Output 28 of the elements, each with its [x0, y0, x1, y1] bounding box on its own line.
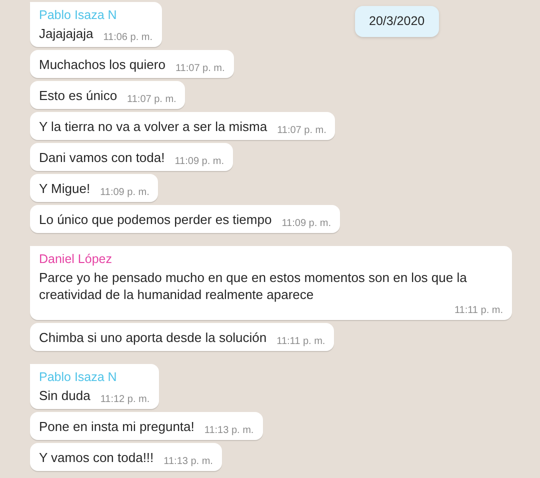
message-text: Y la tierra no va a volver a ser la misma: [39, 118, 268, 135]
message-time: 11:06 p. m.: [102, 32, 152, 44]
message-text: Parce yo he pensado mucho en que en estos momentos son en los que la creatividad de la humanidad realmente aparece: [39, 269, 468, 303]
message-time: 11:09 p. m.: [280, 218, 332, 230]
message-text: Jajajajaja: [39, 25, 94, 42]
message-text: Pone en insta mi pregunta!: [39, 418, 194, 435]
message-time: 11:12 p. m.: [99, 394, 150, 406]
sender-name: Daniel López: [39, 252, 113, 267]
message-text: Muchachos los quiero: [39, 56, 166, 73]
message-time: 11:07 p. m.: [174, 63, 225, 75]
message-text: Lo único que podemos perder es tiempo: [39, 211, 272, 228]
message-time: 11:09 p. m.: [99, 187, 150, 199]
date-badge: 20/3/2020: [355, 6, 439, 37]
message-time: 11:13 p. m.: [203, 425, 254, 437]
message-text: Dani vamos con toda!: [39, 149, 165, 166]
message-time: 11:13 p. m.: [162, 456, 213, 468]
sender-name: Pablo Isaza N: [39, 370, 118, 385]
message-text: Chimba si uno aporta desde la solución: [39, 329, 267, 346]
message-time: 11:07 p. m.: [276, 125, 326, 137]
message-time: 11:11 p. m.: [276, 336, 326, 348]
message-time: 11:09 p. m.: [174, 156, 224, 168]
message-time: 11:07 p. m.: [126, 94, 176, 106]
sender-name: Pablo Isaza N: [39, 8, 118, 23]
message-text: Y Migue!: [39, 180, 90, 197]
message-text: Y vamos con toda!!!: [39, 449, 154, 466]
message-text: Sin duda: [39, 387, 90, 404]
message-time: 11:11 p. m.: [453, 305, 503, 317]
message-text: Esto es único: [39, 87, 118, 104]
